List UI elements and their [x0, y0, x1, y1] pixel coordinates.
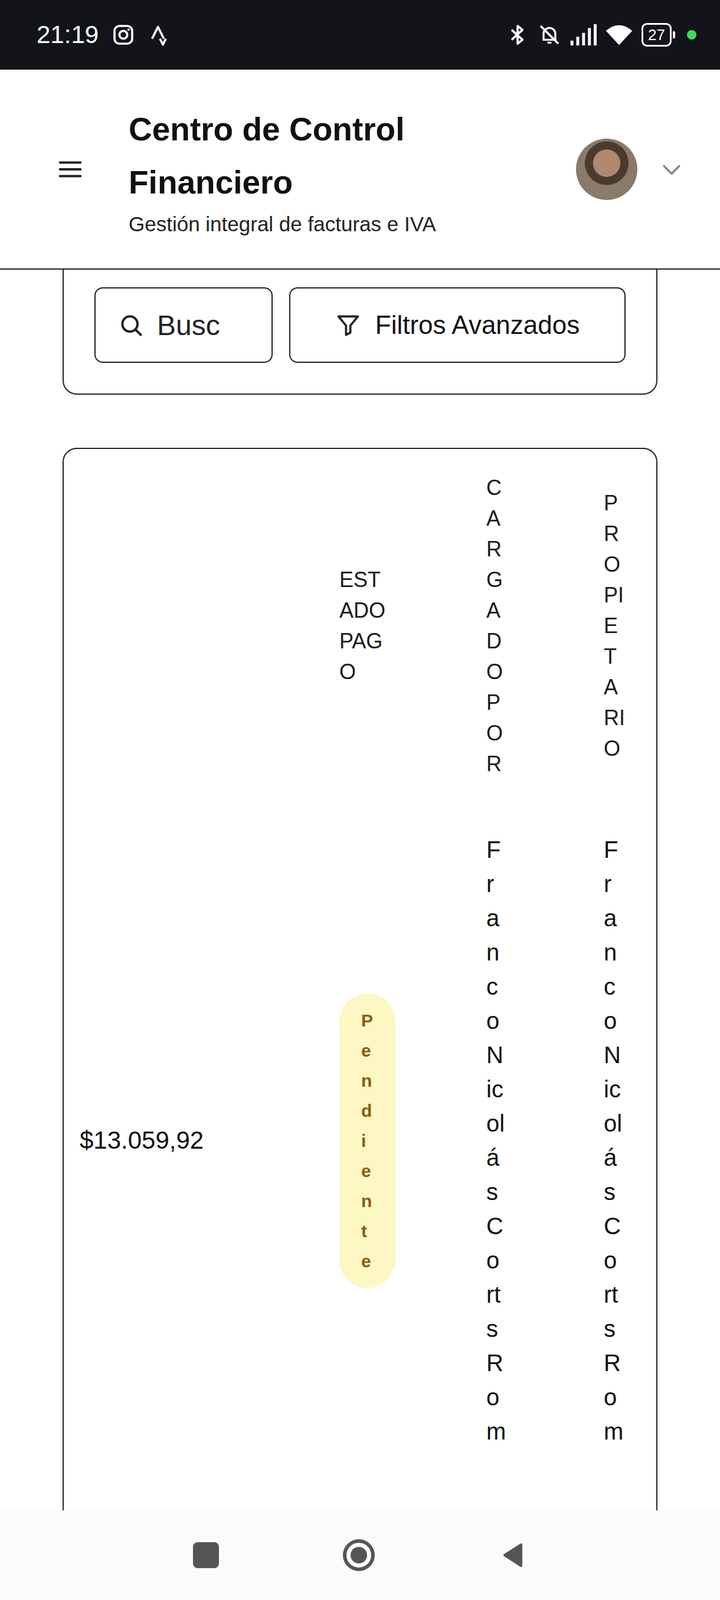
chevron-down-icon[interactable]	[658, 156, 685, 183]
instagram-icon	[111, 23, 136, 47]
content: Filtros AvanzadosESTADO PAGOCARGADO PORP…	[0, 269, 720, 1511]
invoice-table: ESTADO PAGOCARGADO PORPROPIETARIO $13.059…	[62, 447, 658, 1511]
page-subtitle: Gestión integral de facturas e IVA	[128, 212, 542, 237]
user-avatar[interactable]	[576, 138, 638, 201]
menu-icon[interactable]	[56, 155, 84, 183]
uploaded-by-cell: Franco Nicolás Corts Rom	[486, 832, 604, 1449]
search-field[interactable]	[94, 287, 273, 363]
status-cell: Pendiente	[339, 993, 487, 1289]
navigation-bar	[0, 1510, 720, 1600]
bluetooth-icon	[505, 23, 530, 47]
recents-icon[interactable]	[192, 1542, 219, 1569]
title-block: Centro de Control Financiero Gestión inte…	[128, 102, 542, 237]
battery: 27	[641, 23, 672, 47]
wifi-icon	[604, 23, 634, 47]
battery-nub	[672, 31, 676, 39]
clock: 21:19	[36, 20, 99, 49]
owner-cell: Franco Nicolás Corts Rom	[603, 832, 657, 1449]
home-icon[interactable]	[342, 1539, 375, 1572]
back-icon[interactable]	[498, 1541, 528, 1570]
status-badge: Pendiente	[339, 993, 396, 1289]
filter-button[interactable]: Filtros Avanzados	[289, 287, 626, 363]
app-header: Centro de Control Financiero Gestión inte…	[0, 69, 720, 270]
search-input[interactable]	[155, 308, 266, 343]
amount-cell: $13.059,92	[79, 1126, 340, 1155]
mute-icon	[537, 23, 562, 47]
activity-icon	[148, 23, 172, 47]
search-icon	[118, 312, 144, 339]
filter-icon	[335, 312, 362, 339]
privacy-dot	[686, 30, 697, 40]
phone-screen: 21:19 27 Centro de Control Financiero Gesti…	[0, 0, 720, 1600]
column-header[interactable]: PROPIETARIO	[603, 488, 657, 765]
column-header[interactable]: ESTADO PAGO	[339, 564, 487, 688]
column-header[interactable]: CARGADO POR	[486, 472, 604, 780]
page-title: Centro de Control Financiero	[128, 102, 542, 209]
signal-icon	[569, 23, 597, 47]
table-grid: ESTADO PAGOCARGADO PORPROPIETARIO $13.059…	[79, 472, 657, 1449]
status-bar: 21:19 27	[0, 0, 720, 70]
search-card: Filtros Avanzados	[62, 269, 658, 395]
